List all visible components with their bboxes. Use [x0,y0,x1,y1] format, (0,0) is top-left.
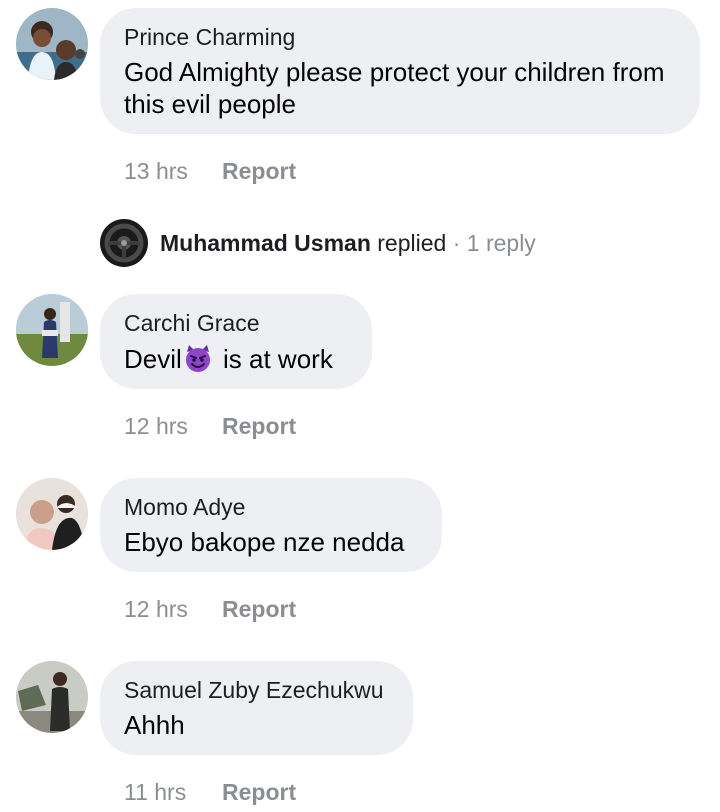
user-avatar-icon[interactable] [16,8,88,80]
comment-bubble: Carchi Grace Devil is at work [100,294,372,389]
reply-author: Muhammad Usman [160,229,371,256]
comment-meta: 11 hrs Report [124,779,296,806]
comment-timestamp[interactable]: 12 hrs [124,413,222,440]
report-button[interactable]: Report [222,413,296,439]
comment-meta: 13 hrs Report [124,158,296,185]
reply-summary: Muhammad Usman replied · 1 reply [160,230,536,257]
report-button[interactable]: Report [222,596,296,622]
comment-text: Ebyo bakope nze nedda [124,527,405,557]
reply-action: replied [377,229,447,256]
comment-author[interactable]: Prince Charming [124,22,676,52]
comment-meta: 12 hrs Report [124,413,296,440]
view-replies-link[interactable]: Muhammad Usman replied · 1 reply [100,218,536,268]
comment-text-part: is at work [215,344,333,374]
report-button[interactable]: Report [222,779,296,805]
comment-bubble: Samuel Zuby Ezechukwu Ahhh [100,661,413,755]
comment-bubble: Prince Charming God Almighty please prot… [100,8,700,134]
user-avatar-icon[interactable] [16,478,88,550]
comment-timestamp[interactable]: 13 hrs [124,158,222,185]
smiling-devil-emoji-icon [185,345,210,372]
reply-count: 1 reply [466,229,536,256]
comment-meta: 12 hrs Report [124,596,296,623]
report-button[interactable]: Report [222,158,296,184]
user-avatar-icon[interactable] [16,661,88,733]
comment-bubble: Momo Adye Ebyo bakope nze nedda [100,478,442,572]
comment-author[interactable]: Carchi Grace [124,308,348,338]
comment-author[interactable]: Momo Adye [124,492,418,522]
comment-timestamp[interactable]: 12 hrs [124,596,222,623]
comment-text-part: Devil [124,344,182,374]
comment-author[interactable]: Samuel Zuby Ezechukwu [124,675,389,705]
reply-separator: · [452,229,461,256]
comment-timestamp[interactable]: 11 hrs [124,779,222,806]
comment-text: Devil is at work [124,342,348,375]
comment-text: God Almighty please protect your childre… [124,57,665,119]
steering-wheel-avatar-icon [100,219,148,267]
user-avatar-icon[interactable] [16,294,88,366]
comment-text: Ahhh [124,710,185,740]
